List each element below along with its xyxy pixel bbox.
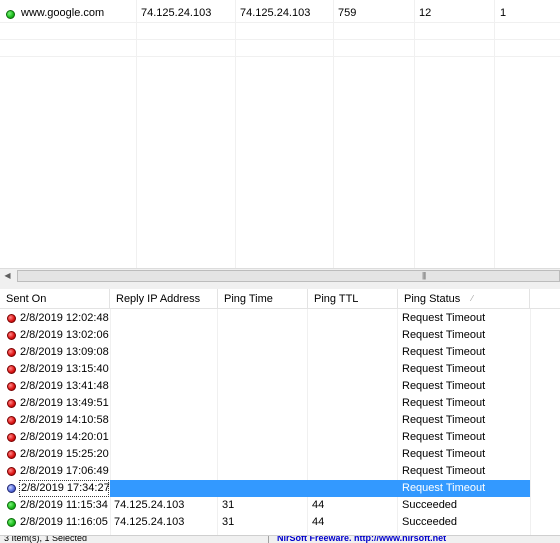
sort-ascending-icon: ⁄ xyxy=(471,294,473,303)
ping-status-cell: Request Timeout xyxy=(402,329,486,341)
column-header-ping-status-label: Ping Status xyxy=(404,293,461,305)
green-status-icon xyxy=(7,501,16,510)
red-status-icon xyxy=(7,365,16,374)
blue-status-icon xyxy=(7,484,16,493)
ping-status-cell: Request Timeout xyxy=(402,397,486,409)
ping-status-cell: Request Timeout xyxy=(402,431,486,443)
log-row[interactable]: 2/8/2019 15:25:20 Request Timeout xyxy=(0,446,560,463)
row-divider xyxy=(0,39,560,40)
ping-ttl-cell: 44 xyxy=(312,516,325,528)
sent-on-cell: 2/8/2019 14:20:01 xyxy=(20,431,109,443)
column-header-ping-time[interactable]: Ping Time xyxy=(218,289,308,309)
host-list[interactable]: www.google.com 74.125.24.103 74.125.24.1… xyxy=(0,0,560,268)
column-divider xyxy=(414,0,415,268)
red-status-icon xyxy=(7,416,16,425)
nirsoft-link[interactable]: NirSoft Freeware. http://www.nirsoft.net xyxy=(277,536,446,543)
reply-ip-cell: 74.125.24.103 xyxy=(114,499,185,511)
sent-on-cell: 2/8/2019 13:02:06 xyxy=(20,329,109,341)
log-header: Sent On Reply IP Address Ping Time Ping … xyxy=(0,289,560,309)
column-header-ping-ttl[interactable]: Ping TTL xyxy=(308,289,398,309)
sent-on-cell: 2/8/2019 14:10:58 xyxy=(20,414,109,426)
host-value-cell: 759 xyxy=(338,7,357,19)
status-bar: 3 Item(s), 1 Selected NirSoft Freeware. … xyxy=(0,535,560,543)
sent-on-cell: 2/8/2019 15:25:20 xyxy=(20,448,109,460)
red-status-icon xyxy=(7,331,16,340)
green-status-icon xyxy=(6,8,15,20)
sent-on-cell: 2/8/2019 11:15:34 xyxy=(20,499,108,511)
ping-status-cell: Succeeded xyxy=(402,516,458,528)
host-row[interactable]: www.google.com 74.125.24.103 74.125.24.1… xyxy=(0,0,560,22)
red-status-icon xyxy=(7,399,16,408)
column-divider xyxy=(235,0,236,268)
log-row[interactable]: 2/8/2019 12:02:48 Request Timeout xyxy=(0,310,560,327)
sent-on-cell: 2/8/2019 11:16:05 xyxy=(20,516,108,528)
red-status-icon xyxy=(7,348,16,357)
log-row[interactable]: 2/8/2019 13:41:48 Request Timeout xyxy=(0,378,560,395)
log-row[interactable]: 2/8/2019 13:02:06 Request Timeout xyxy=(0,327,560,344)
row-divider xyxy=(0,56,560,57)
column-divider xyxy=(333,0,334,268)
log-row[interactable]: 2/8/2019 11:15:34 74.125.24.103 31 44 Succee… xyxy=(0,497,560,514)
host-value-cell: 1 xyxy=(500,7,507,19)
row-divider xyxy=(0,22,560,23)
log-row[interactable]: 2/8/2019 13:15:40 Request Timeout xyxy=(0,361,560,378)
sent-on-cell: 2/8/2019 17:34:27 xyxy=(19,480,110,497)
column-divider xyxy=(494,0,495,268)
sent-on-cell: 2/8/2019 12:02:48 xyxy=(20,312,109,324)
ping-status-cell: Request Timeout xyxy=(402,380,486,392)
ping-status-cell: Request Timeout xyxy=(402,482,486,494)
reply-ip-cell: 74.125.24.103 xyxy=(240,7,311,19)
ping-status-cell: Request Timeout xyxy=(402,414,486,426)
scroll-left-arrow-icon[interactable]: ◀ xyxy=(0,269,15,283)
host-name-cell: www.google.com xyxy=(21,7,105,19)
ping-status-cell: Request Timeout xyxy=(402,312,486,324)
sent-on-cell: 2/8/2019 13:15:40 xyxy=(20,363,109,375)
ping-status-cell: Succeeded xyxy=(402,499,458,511)
sent-on-cell: 2/8/2019 13:49:51 xyxy=(20,397,109,409)
sent-on-cell: 2/8/2019 13:41:48 xyxy=(20,380,109,392)
host-value-cell: 12 xyxy=(419,7,432,19)
column-divider xyxy=(136,0,137,268)
log-row[interactable]: 2/8/2019 14:10:58 Request Timeout xyxy=(0,412,560,429)
sent-on-cell: 2/8/2019 17:06:49 xyxy=(20,465,109,477)
reply-ip-cell: 74.125.24.103 xyxy=(114,516,185,528)
green-status-icon xyxy=(7,518,16,527)
column-header-reply-ip[interactable]: Reply IP Address xyxy=(110,289,218,309)
status-separator xyxy=(268,536,269,543)
ping-time-cell: 31 xyxy=(222,499,235,511)
ping-status-cell: Request Timeout xyxy=(402,448,486,460)
ping-log-list[interactable]: Sent On Reply IP Address Ping Time Ping … xyxy=(0,289,560,535)
red-status-icon xyxy=(7,382,16,391)
column-header-ping-status[interactable]: Ping Status ⁄ xyxy=(398,289,530,309)
red-status-icon xyxy=(7,450,16,459)
log-row[interactable]: 2/8/2019 17:34:27 Request Timeout xyxy=(0,480,560,497)
red-status-icon xyxy=(7,314,16,323)
log-row[interactable]: 2/8/2019 14:20:01 Request Timeout xyxy=(0,429,560,446)
log-row[interactable]: 2/8/2019 11:16:05 74.125.24.103 31 44 Succee… xyxy=(0,514,560,531)
log-row[interactable]: 2/8/2019 13:49:51 Request Timeout xyxy=(0,395,560,412)
horizontal-scrollbar[interactable]: ◀ ||| xyxy=(0,268,560,283)
red-status-icon xyxy=(7,467,16,476)
ip-address-cell: 74.125.24.103 xyxy=(141,7,212,19)
ping-status-cell: Request Timeout xyxy=(402,363,486,375)
scroll-grip-icon: ||| xyxy=(422,271,426,280)
ping-status-cell: Request Timeout xyxy=(402,465,486,477)
column-header-sent-on[interactable]: Sent On xyxy=(0,289,110,309)
sent-on-cell: 2/8/2019 13:09:08 xyxy=(20,346,109,358)
log-row[interactable]: 2/8/2019 17:06:49 Request Timeout xyxy=(0,463,560,480)
log-row[interactable]: 2/8/2019 13:09:08 Request Timeout xyxy=(0,344,560,361)
scrollbar-thumb[interactable]: ||| xyxy=(17,270,560,282)
ping-ttl-cell: 44 xyxy=(312,499,325,511)
status-item-count: 3 Item(s), 1 Selected xyxy=(4,535,88,543)
red-status-icon xyxy=(7,433,16,442)
ping-status-cell: Request Timeout xyxy=(402,346,486,358)
ping-time-cell: 31 xyxy=(222,516,235,528)
